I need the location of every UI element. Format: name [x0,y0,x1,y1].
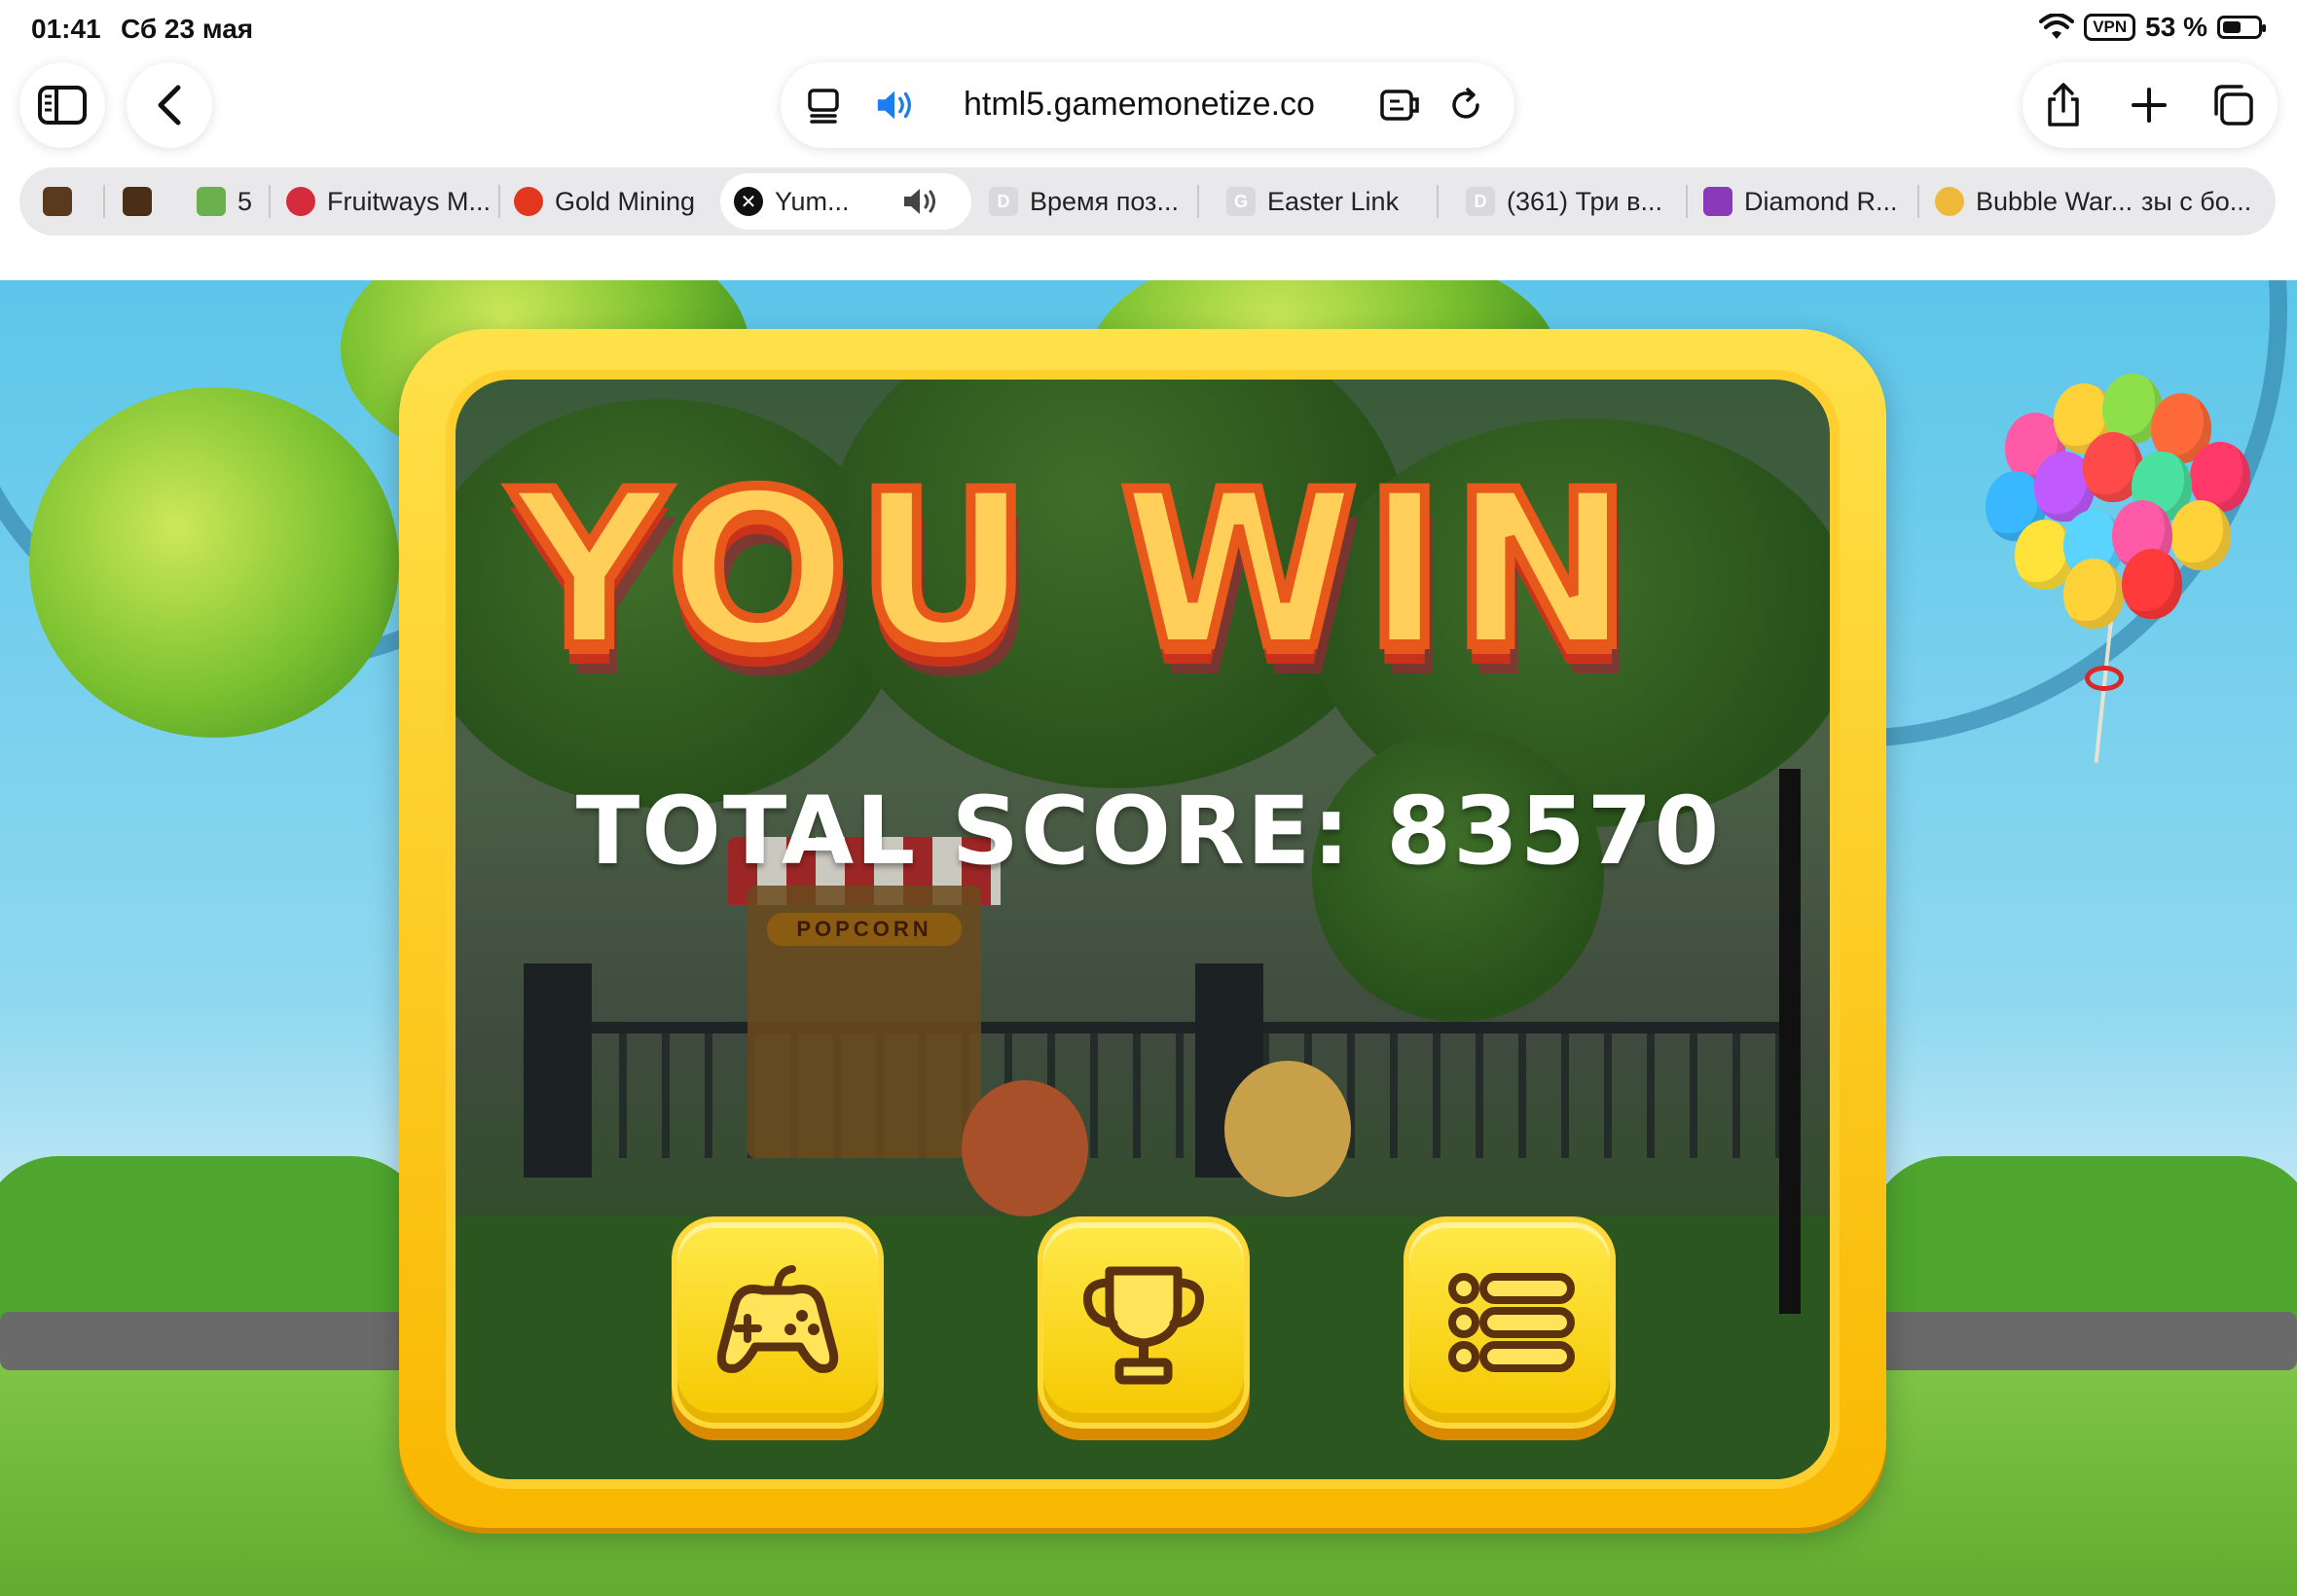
diamond-icon [1703,187,1732,216]
sidebar-icon [38,86,87,125]
list-icon [1448,1273,1575,1372]
tab-favicon: D [1466,187,1495,216]
plus-icon [2132,88,2167,123]
new-tab-button[interactable] [2126,82,2172,128]
vpn-badge: VPN [2084,14,2136,41]
address-bar[interactable]: html5.gamemonetize.co [781,62,1514,148]
tree [29,387,399,738]
status-time: 01:41 [31,14,101,44]
tab-item[interactable]: Fruitways M... [273,173,498,230]
tab-label: Bubble War... [1976,186,2133,216]
tab-separator [103,185,105,218]
tab-item[interactable]: Bubble War... [1921,173,2155,230]
tab-separator [1197,185,1199,218]
status-date: Сб 23 мая [121,14,254,44]
tab-label: Diamond R... [1744,186,1898,216]
tabs-overview-button[interactable] [2209,82,2256,128]
battery-level [2223,21,2241,33]
battery-icon [2217,16,2266,39]
tab-item[interactable]: G Easter Link [1213,173,1446,230]
balloon [2170,500,2231,570]
tab-separator [1686,185,1688,218]
wifi-icon [2039,14,2075,39]
toolbar-right-group [2023,62,2278,148]
tab-favicon: G [1226,187,1256,216]
tab-label: Yum... [775,186,850,216]
reload-icon[interactable] [1444,84,1487,127]
battery-percent: 53 % [2145,12,2207,42]
tab-item[interactable]: Gold Mining [500,173,734,230]
sidebar-toggle-button[interactable] [19,62,105,148]
tab-item[interactable] [109,173,177,230]
tab-separator [269,185,271,218]
tabs-icon [2214,85,2253,126]
you-win-title: YOU WIN [428,441,1723,796]
you-win-text: YOU WIN [507,441,1640,700]
tab-item[interactable]: D Время поз... [975,173,1209,230]
balloon [2122,549,2182,619]
tab-active[interactable]: ✕ Yum... [720,173,971,230]
tab-label: Fruitways M... [327,186,492,216]
tab-group-icon [197,187,226,216]
game-canvas[interactable]: POPCORN YOU WIN TOTAL SCORE: 83570 [0,280,2297,1596]
chevron-left-icon [158,85,181,126]
gold-mining-icon [514,187,543,216]
popcorn-sign: POPCORN [767,913,962,946]
tab-favicon: D [989,187,1018,216]
game-thumb-icon [43,187,72,216]
tab-bar: 5 Fruitways M... Gold Mining ✕ Yum... D … [19,167,2276,236]
url-text[interactable]: html5.gamemonetize.co [964,86,1315,124]
share-button[interactable] [2040,82,2087,128]
close-icon[interactable]: ✕ [734,187,763,216]
balloon [2063,559,2124,629]
tab-label: Время поз... [1030,186,1179,216]
share-icon [2048,83,2079,127]
tab-separator [1437,185,1439,218]
levels-menu-button[interactable] [1404,1216,1616,1429]
tab-label: зы с бо... [2141,186,2252,216]
total-score: TOTAL SCORE: 83570 [575,777,1722,886]
balloon-bunch [1976,374,2268,763]
stone-border [0,1312,419,1370]
strawberry-icon [286,187,315,216]
fence-post [524,963,592,1178]
boy-character [1224,1061,1351,1197]
tab-label: Easter Link [1267,186,1400,216]
status-right: VPN 53 % [2039,12,2266,43]
play-again-button[interactable] [672,1216,884,1429]
audio-playing-icon[interactable] [874,84,917,127]
game-thumb-icon [123,187,152,216]
tab-label: Gold Mining [555,186,696,216]
stone-border [1878,1312,2297,1370]
back-button[interactable] [127,62,212,148]
tab-label: 5 [237,186,253,216]
tab-group[interactable]: 5 [183,173,271,230]
tab-item[interactable]: Diamond R... [1690,173,1919,230]
tab-item[interactable]: зы с бо... [2141,173,2274,230]
tab-separator [1917,185,1919,218]
trophy-icon [1082,1266,1205,1385]
status-bar: 01:41 Сб 23 мая VPN 53 % [0,0,2297,58]
speaker-icon[interactable] [900,185,943,218]
bubble-icon [1935,187,1964,216]
fence-rail [533,1022,1779,1034]
balloon-bow [2085,666,2124,691]
fence [533,1022,1779,1158]
girl-character [962,1080,1088,1216]
gamepad-icon [716,1265,839,1373]
tab-item[interactable] [29,173,101,230]
translate-icon[interactable] [1378,84,1421,127]
tab-label: (361) Три в... [1507,186,1662,216]
tab-item[interactable]: D (361) Три в... [1452,173,1686,230]
page-menu-icon[interactable] [802,84,845,127]
leaderboard-button[interactable] [1038,1216,1250,1429]
